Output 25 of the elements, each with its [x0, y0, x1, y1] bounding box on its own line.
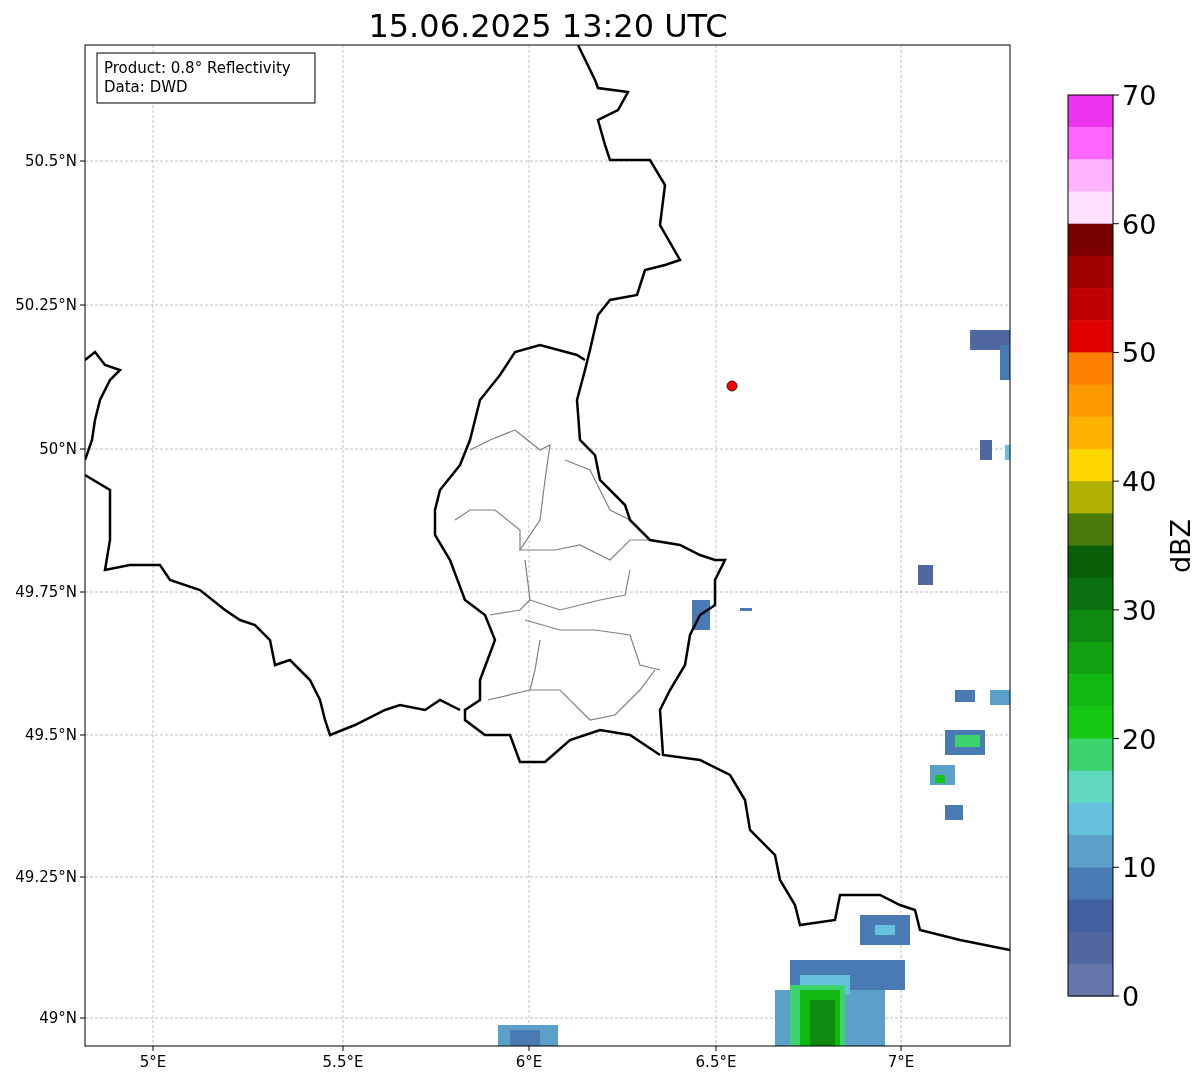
latitude-label: 49.75°N [15, 583, 77, 601]
colorbar-tick-label: 10 [1122, 852, 1157, 884]
latitude-label: 50°N [39, 440, 77, 458]
colorbar-tick-label: 50 [1122, 337, 1157, 369]
colorbar-tick-label: 0 [1122, 981, 1140, 1012]
location-marker-icon [726, 380, 738, 392]
latitude-label: 50.5°N [24, 152, 77, 170]
latitude-label: 50.25°N [15, 296, 77, 314]
longitude-label: 5.5°E [322, 1053, 364, 1071]
info-text: Product: 0.8° Reflectivity [104, 59, 291, 77]
info-text: Data: DWD [104, 78, 188, 96]
longitude-label: 7°E [887, 1053, 915, 1071]
longitude-label: 6.5°E [695, 1053, 737, 1071]
latitude-label: 49.25°N [15, 868, 77, 886]
chart-title: 15.06.2025 13:20 UTC [368, 7, 728, 45]
colorbar-tick-label: 60 [1122, 208, 1157, 240]
longitude-label: 5°E [139, 1053, 167, 1071]
colorbar-tick-label: 20 [1122, 723, 1157, 755]
colorbar-tick-label: 30 [1122, 594, 1157, 626]
colorbar-label: dBZ [1165, 518, 1196, 574]
colorbar-tick-label: 40 [1122, 466, 1157, 498]
latitude-label: 49°N [39, 1009, 77, 1027]
longitude-label: 6°E [515, 1053, 543, 1071]
colorbar-tick-label: 70 [1122, 80, 1157, 111]
latitude-label: 49.5°N [24, 726, 77, 744]
